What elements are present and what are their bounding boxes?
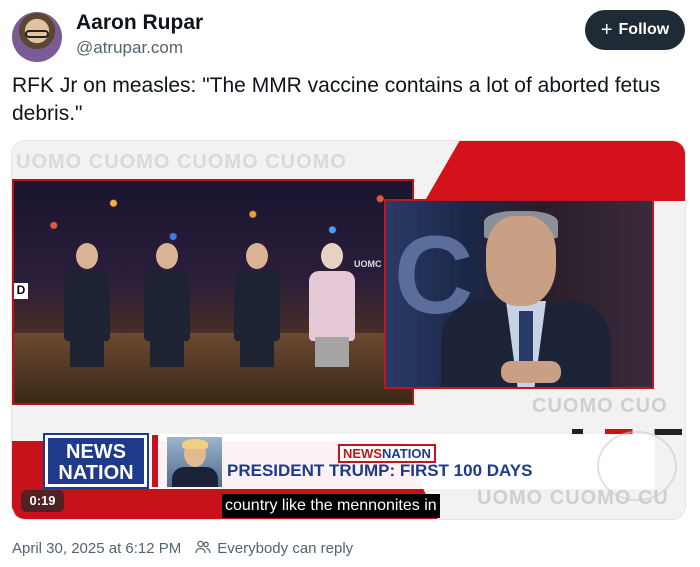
studio-sign: UOMC: [354, 259, 382, 269]
post-timestamp[interactable]: April 30, 2025 at 6:12 PM: [12, 540, 181, 557]
panelist-figure: [234, 243, 280, 367]
plus-icon: +: [600, 19, 613, 41]
reply-setting: Everybody can reply: [217, 540, 354, 557]
background-cuomo-text-mid: CUOMO CUO: [532, 395, 668, 417]
video-timer: 0:19: [21, 490, 64, 512]
background-cuomo-text: UOMO CUOMO CUOMO CUOMO: [16, 151, 347, 173]
channel-bug-icon: D: [14, 283, 28, 299]
red-divider: [152, 435, 158, 487]
post-footer: April 30, 2025 at 6:12 PM Everybody can …: [12, 540, 353, 557]
tag-nation: NATION: [382, 446, 431, 461]
chyron-headline: PRESIDENT TRUMP: FIRST 100 DAYS: [227, 461, 533, 480]
post-text: RFK Jr on measles: "The MMR vaccine cont…: [12, 74, 661, 125]
newsnation-logo: NEWS NATION: [43, 433, 149, 489]
author-handle[interactable]: @atrupar.com: [76, 38, 183, 58]
speaker-inset-image: C: [384, 199, 654, 389]
panelist-figure: [144, 243, 190, 367]
avatar[interactable]: [12, 12, 62, 62]
logo-line-1: NEWS: [66, 441, 126, 463]
people-icon: [195, 540, 211, 557]
follow-label: Follow: [618, 21, 670, 38]
logo-line-2: NATION: [58, 462, 134, 484]
video-player[interactable]: UOMO CUOMO CUOMO CUOMO CUOMO CUO UOMO CU…: [11, 140, 686, 520]
trump-thumbnail: [167, 437, 222, 487]
clock-graphic: [597, 431, 677, 501]
studio-panel-image: UOMC D: [12, 179, 414, 405]
panelist-figure: [309, 243, 355, 367]
red-swoosh-graphic: [424, 141, 685, 201]
author-name[interactable]: Aaron Rupar: [76, 11, 203, 35]
panelist-figure: [64, 243, 110, 367]
closed-caption: country like the mennonites in: [222, 494, 440, 518]
tag-news: NEWS: [343, 446, 382, 461]
follow-button[interactable]: + Follow: [585, 10, 685, 50]
